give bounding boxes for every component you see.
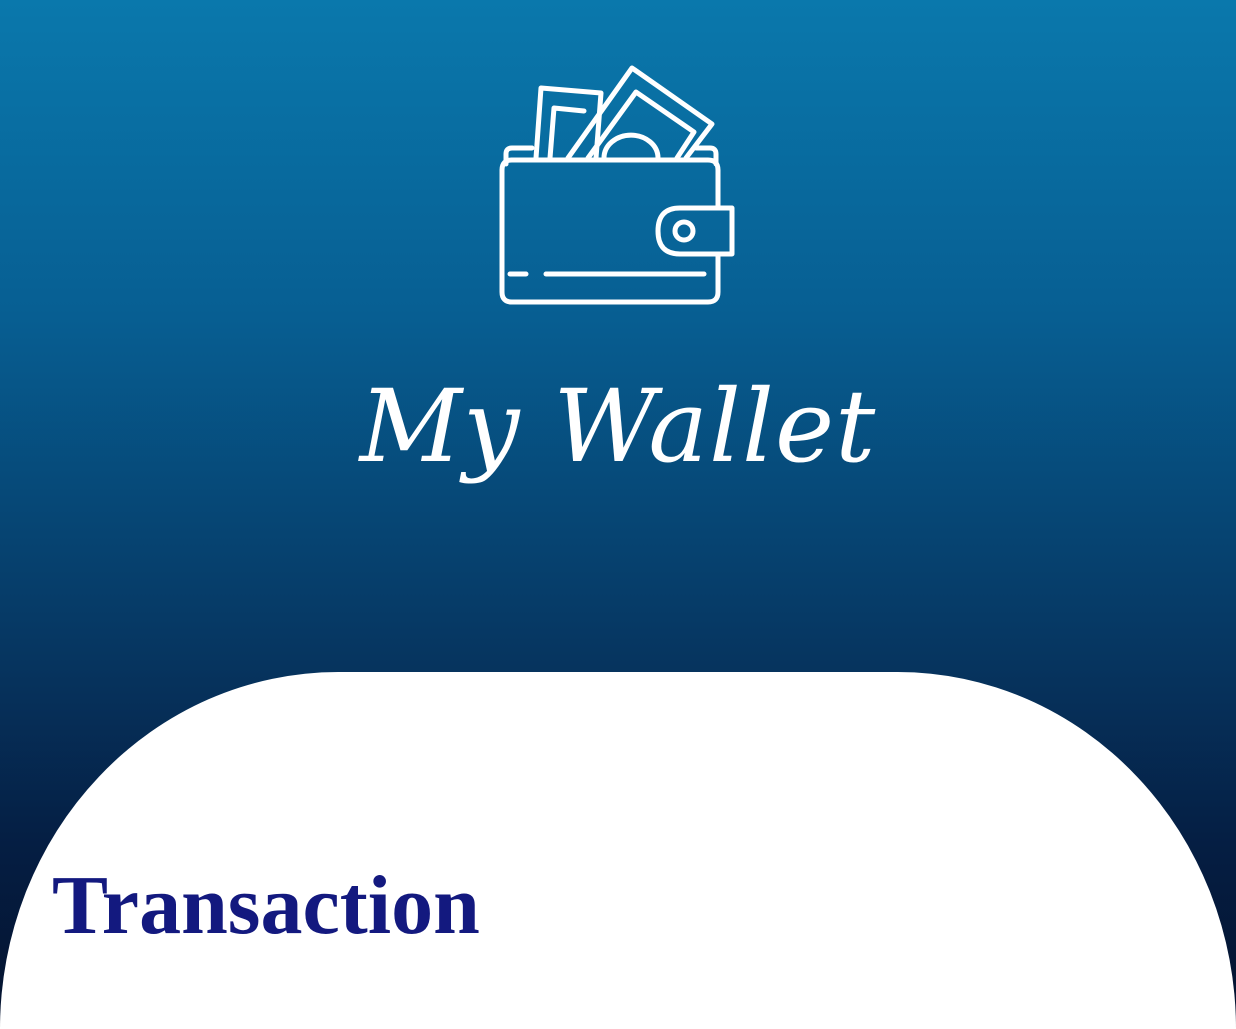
wallet-icon <box>499 65 735 305</box>
app-header: My Wallet <box>0 0 1236 672</box>
section-title-transaction: Transaction <box>52 859 480 952</box>
content-sheet: Transaction <box>0 672 1236 1029</box>
app-title: My Wallet <box>359 368 877 485</box>
